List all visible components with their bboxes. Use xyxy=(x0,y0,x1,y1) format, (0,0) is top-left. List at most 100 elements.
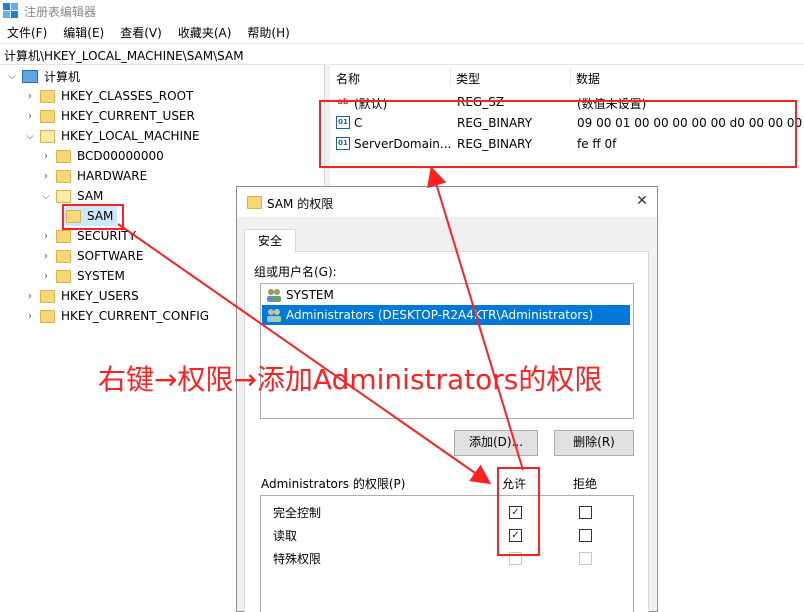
user-name: Administrators (DESKTOP-R2A4KTR\Administ… xyxy=(286,308,594,322)
users-icon xyxy=(267,289,281,302)
tree-item-computer[interactable]: ⌵ 计算机 xyxy=(6,66,80,86)
tree-item-hklm[interactable]: ⌵ HKEY_LOCAL_MACHINE xyxy=(24,126,200,146)
permission-label: 读取 xyxy=(273,529,298,543)
menu-bar: 文件(F) 编辑(E) 查看(V) 收藏夹(A) 帮助(H) xyxy=(0,22,804,42)
menu-help[interactable]: 帮助(H) xyxy=(240,22,298,42)
dialog-title-bar[interactable]: SAM 的权限 ✕ xyxy=(237,187,657,217)
chevron-down-icon[interactable]: ⌵ xyxy=(6,70,18,82)
tree-item-sam[interactable]: ⌵ SAM xyxy=(40,186,103,206)
address-bar[interactable]: 计算机\HKEY_LOCAL_MACHINE\SAM\SAM xyxy=(0,43,804,65)
menu-favorites[interactable]: 收藏夹(A) xyxy=(171,22,241,42)
permission-row: 完全控制 xyxy=(273,504,321,524)
folder-icon xyxy=(247,196,262,209)
deny-special-checkbox xyxy=(579,552,592,565)
list-row[interactable]: ab (默认) REG_SZ (数值未设置) xyxy=(336,92,804,112)
list-header: 名称 类型 数据 xyxy=(330,66,804,86)
tree-item-software[interactable]: › SOFTWARE xyxy=(40,246,143,266)
folder-icon xyxy=(56,269,71,283)
value-data: (数值未设置) xyxy=(577,97,647,111)
menu-view[interactable]: 查看(V) xyxy=(113,22,171,42)
chevron-right-icon[interactable]: › xyxy=(40,230,52,242)
column-header-data[interactable]: 数据 xyxy=(576,70,600,87)
column-separator[interactable] xyxy=(450,68,451,86)
chevron-right-icon[interactable]: › xyxy=(40,250,52,262)
permissions-dialog: SAM 的权限 ✕ 安全 组或用户名(G): SYSTEM Administra… xyxy=(236,186,658,612)
folder-icon xyxy=(56,169,71,183)
list-row[interactable]: 01 C REG_BINARY 09 00 01 00 00 00 00 00 … xyxy=(336,113,804,133)
list-row[interactable]: 01 ServerDomain... REG_BINARY fe ff 0f xyxy=(336,134,804,154)
list-item[interactable]: SYSTEM xyxy=(262,285,630,305)
tree-item-security[interactable]: › SECURITY xyxy=(40,226,136,246)
window-title: 注册表编辑器 xyxy=(24,5,97,19)
permission-row: 读取 xyxy=(273,527,297,547)
allow-special-checkbox xyxy=(509,552,522,565)
chevron-right-icon[interactable]: › xyxy=(24,110,36,122)
chevron-right-icon[interactable]: › xyxy=(40,270,52,282)
tree-item-label: SECURITY xyxy=(77,229,136,243)
binary-value-icon: 01 xyxy=(336,137,350,150)
chevron-right-icon[interactable]: › xyxy=(24,290,36,302)
list-item-selected[interactable]: Administrators (DESKTOP-R2A4KTR\Administ… xyxy=(262,305,630,325)
string-value-icon: ab xyxy=(337,97,349,106)
column-header-name[interactable]: 名称 xyxy=(336,70,360,87)
allow-read-checkbox[interactable]: ✓ xyxy=(509,529,522,542)
chevron-right-icon[interactable]: › xyxy=(40,150,52,162)
column-separator[interactable] xyxy=(570,68,571,86)
user-list[interactable]: SYSTEM Administrators (DESKTOP-R2A4KTR\A… xyxy=(260,283,634,419)
binary-value-icon: 01 xyxy=(336,116,350,129)
tree-item-label: SOFTWARE xyxy=(77,249,144,263)
dialog-title: SAM 的权限 xyxy=(267,197,334,211)
tree-item-bcd[interactable]: › BCD00000000 xyxy=(40,146,164,166)
chevron-down-icon[interactable]: ⌵ xyxy=(40,190,52,202)
add-button[interactable]: 添加(D)... xyxy=(454,430,538,456)
folder-icon xyxy=(40,109,55,123)
folder-icon xyxy=(66,209,81,223)
chevron-down-icon[interactable]: ⌵ xyxy=(24,130,36,142)
allow-full-control-checkbox[interactable]: ✓ xyxy=(509,506,522,519)
folder-icon xyxy=(56,149,71,163)
tab-security[interactable]: 安全 xyxy=(244,229,296,253)
tree-item-label: SYSTEM xyxy=(77,269,125,283)
tree-item-label: BCD00000000 xyxy=(77,149,164,163)
permission-label: 特殊权限 xyxy=(273,552,322,566)
close-icon[interactable]: ✕ xyxy=(633,192,651,210)
chevron-right-icon[interactable]: › xyxy=(24,310,36,322)
folder-open-icon xyxy=(40,129,55,143)
address-path: 计算机\HKEY_LOCAL_MACHINE\SAM\SAM xyxy=(4,49,244,63)
regedit-icon xyxy=(3,3,18,18)
deny-read-checkbox[interactable] xyxy=(579,529,592,542)
tree-item-hkcr[interactable]: › HKEY_CLASSES_ROOT xyxy=(24,86,193,106)
tree-item-sam-sam[interactable]: SAM xyxy=(62,206,118,226)
folder-icon xyxy=(40,289,55,303)
menu-file[interactable]: 文件(F) xyxy=(0,22,56,42)
chevron-right-icon[interactable]: › xyxy=(24,90,36,102)
chevron-right-icon[interactable]: › xyxy=(40,170,52,182)
tree-item-hku[interactable]: › HKEY_USERS xyxy=(24,286,139,306)
computer-icon xyxy=(22,69,38,83)
title-bar: 注册表编辑器 xyxy=(0,0,804,22)
users-icon xyxy=(267,309,281,322)
tree-item-label: SAM xyxy=(77,189,104,203)
user-name: SYSTEM xyxy=(286,288,334,302)
folder-icon xyxy=(56,249,71,263)
tree-item-hkcc[interactable]: › HKEY_CURRENT_CONFIG xyxy=(24,306,209,326)
deny-full-control-checkbox[interactable] xyxy=(579,506,592,519)
tree-item-label: HKEY_LOCAL_MACHINE xyxy=(61,129,200,143)
tree-item-label: HARDWARE xyxy=(77,169,148,183)
value-type: REG_BINARY xyxy=(457,137,533,151)
allow-header: 允许 xyxy=(502,477,527,491)
permissions-list: 完全控制 ✓ 读取 ✓ 特殊权限 xyxy=(260,495,634,612)
value-name: C xyxy=(354,116,363,130)
permission-row: 特殊权限 xyxy=(273,550,321,570)
remove-button[interactable]: 删除(R) xyxy=(554,430,634,456)
column-header-type[interactable]: 类型 xyxy=(456,70,480,87)
tree-item-system[interactable]: › SYSTEM xyxy=(40,266,125,286)
group-users-label: 组或用户名(G): xyxy=(254,265,337,279)
value-type: REG_BINARY xyxy=(457,116,533,130)
folder-icon xyxy=(40,89,55,103)
menu-edit[interactable]: 编辑(E) xyxy=(56,22,113,42)
folder-icon xyxy=(56,229,71,243)
tree-item-hardware[interactable]: › HARDWARE xyxy=(40,166,147,186)
tree-item-label: HKEY_CLASSES_ROOT xyxy=(61,89,194,103)
tree-item-hkcu[interactable]: › HKEY_CURRENT_USER xyxy=(24,106,195,126)
